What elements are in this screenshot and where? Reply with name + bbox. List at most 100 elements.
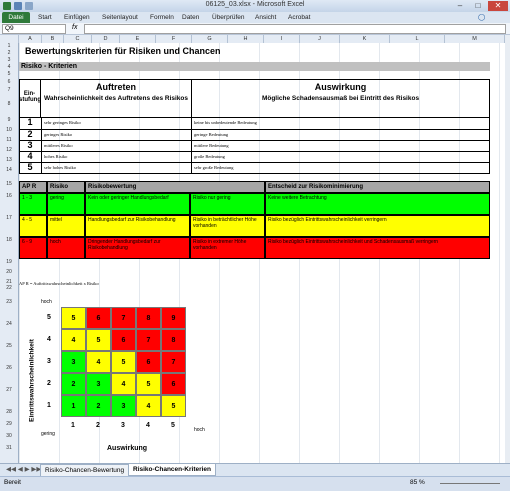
vertical-scrollbar[interactable] — [505, 35, 510, 463]
row-header[interactable]: 27 — [0, 387, 18, 393]
column-header[interactable]: K — [340, 35, 390, 43]
row-header[interactable]: 18 — [0, 237, 18, 243]
row-header[interactable]: 5 — [0, 71, 18, 77]
level-auswirkung: keine bis unbedeutende Bedeutung — [194, 120, 257, 125]
tab-formeln[interactable]: Formeln — [150, 12, 174, 23]
row-header[interactable]: 24 — [0, 321, 18, 327]
row-header[interactable]: 6 — [0, 79, 18, 85]
tab-acrobat[interactable]: Acrobat — [288, 12, 310, 23]
tab-ueberpruefen[interactable]: Überprüfen — [212, 12, 245, 23]
auftreten-title: Auftreten — [96, 82, 136, 92]
help-icon[interactable]: ◯ — [478, 12, 485, 23]
tab-nav-arrows-icon[interactable]: ◀◀ ◀ ▶ ▶▶ — [2, 464, 45, 475]
column-header[interactable]: M — [445, 35, 505, 43]
level-auswirkung: sehr große Bedeutung — [194, 165, 234, 170]
risiko-level: gering — [47, 193, 85, 215]
tab-einfuegen[interactable]: Einfügen — [64, 12, 90, 23]
level-auswirkung: mittlere Bedeutung — [194, 143, 229, 148]
level-number: 1 — [27, 117, 33, 127]
row-header[interactable]: 11 — [0, 137, 18, 143]
matrix-cell: 5 — [61, 307, 86, 329]
matrix-x-tick: 2 — [96, 422, 100, 429]
row-header[interactable]: 9 — [0, 117, 18, 123]
row-header[interactable]: 28 — [0, 409, 18, 415]
aprheader: AP R — [19, 181, 47, 193]
row-header[interactable]: 7 — [0, 87, 18, 93]
tab-datei[interactable]: Datei — [2, 12, 30, 23]
matrix-cell: 7 — [111, 307, 136, 329]
column-header[interactable]: L — [390, 35, 445, 43]
row-header[interactable]: 16 — [0, 193, 18, 199]
apr-range: 4 - 5 — [19, 215, 47, 237]
matrix-cell: 3 — [61, 351, 86, 373]
tab-daten[interactable]: Daten — [182, 12, 199, 23]
row-header[interactable]: 3 — [0, 57, 18, 63]
matrix-y-tick: 3 — [47, 358, 51, 365]
matrix-cell: 6 — [111, 329, 136, 351]
row-header[interactable]: 17 — [0, 215, 18, 221]
column-header[interactable]: E — [120, 35, 156, 43]
column-header[interactable]: B — [42, 35, 64, 43]
matrix-cell: 5 — [86, 329, 111, 351]
row-header[interactable]: 15 — [0, 181, 18, 187]
column-header[interactable]: C — [64, 35, 92, 43]
row-header[interactable]: 13 — [0, 157, 18, 163]
row-header[interactable]: 23 — [0, 299, 18, 305]
row-header[interactable]: 30 — [0, 433, 18, 439]
minimize-icon[interactable]: – — [452, 1, 468, 11]
formula-bar: Q9 fx — [0, 23, 510, 35]
row-header[interactable]: 29 — [0, 421, 18, 427]
bewertung-text: Kein oder geringer Handlungsbedarf — [85, 193, 190, 215]
auswirkung-title: Auswirkung — [314, 82, 367, 92]
risiko-level: mittel — [47, 215, 85, 237]
matrix-cell: 4 — [136, 395, 161, 417]
row-header[interactable]: 20 — [0, 269, 18, 275]
select-all-corner[interactable] — [0, 35, 19, 43]
column-header[interactable]: A — [19, 35, 42, 43]
row-header[interactable]: 26 — [0, 365, 18, 371]
column-header[interactable]: D — [92, 35, 120, 43]
column-header[interactable]: I — [264, 35, 300, 43]
name-box[interactable]: Q9 — [2, 24, 66, 34]
tab-start[interactable]: Start — [38, 12, 52, 23]
zoom-level[interactable]: 85 % — [410, 479, 425, 486]
auswirkung-subtitle: Mögliche Schadensausmaß bei Eintritt des… — [261, 95, 420, 102]
maximize-icon[interactable]: □ — [470, 1, 486, 11]
row-header[interactable]: 2 — [0, 50, 18, 56]
entscheid-text: Risiko bezüglich Eintrittswahrscheinlich… — [265, 237, 490, 259]
column-header[interactable]: H — [228, 35, 264, 43]
row-header[interactable]: 22 — [0, 285, 18, 291]
stufung-header: Ein-stufung — [19, 79, 41, 117]
row-header[interactable]: 1 — [0, 43, 18, 49]
bewertung-detail: Risiko nur gering — [190, 193, 265, 215]
column-header[interactable]: F — [156, 35, 192, 43]
row-header[interactable]: 4 — [0, 64, 18, 70]
worksheet-grid[interactable]: Bewertungskriterien für Risiken und Chan… — [19, 43, 505, 463]
matrix-y-tick: 2 — [47, 380, 51, 387]
tab-risiko-chancen-kriterien[interactable]: Risiko-Chancen-Kriterien — [128, 464, 217, 476]
row-header[interactable]: 14 — [0, 167, 18, 173]
row-header[interactable]: 19 — [0, 259, 18, 265]
matrix-x-tick: 4 — [146, 422, 150, 429]
column-header[interactable]: J — [300, 35, 340, 43]
row-header[interactable]: 12 — [0, 147, 18, 153]
close-icon[interactable]: ✕ — [488, 1, 508, 11]
matrix-cell: 4 — [86, 351, 111, 373]
row-header[interactable]: 8 — [0, 101, 18, 107]
matrix-top-label: hoch — [41, 299, 52, 305]
column-header[interactable]: G — [192, 35, 228, 43]
row-header[interactable]: 25 — [0, 343, 18, 349]
row-header[interactable]: 10 — [0, 127, 18, 133]
matrix-cell: 8 — [136, 307, 161, 329]
row-header[interactable]: 31 — [0, 445, 18, 451]
zoom-slider[interactable] — [440, 483, 500, 484]
auftreten-subtitle: Wahrscheinlichkeit des Auftretens des Ri… — [43, 95, 188, 102]
matrix-x-tick: 3 — [121, 422, 125, 429]
fx-icon[interactable]: fx — [72, 24, 77, 31]
matrix-x-label: Auswirkung — [107, 445, 148, 452]
tab-ansicht[interactable]: Ansicht — [255, 12, 276, 23]
level-auswirkung: große Bedeutung — [194, 154, 225, 159]
tab-seitenlayout[interactable]: Seitenlayout — [102, 12, 138, 23]
matrix-cell: 4 — [61, 329, 86, 351]
formula-input[interactable] — [84, 24, 506, 34]
